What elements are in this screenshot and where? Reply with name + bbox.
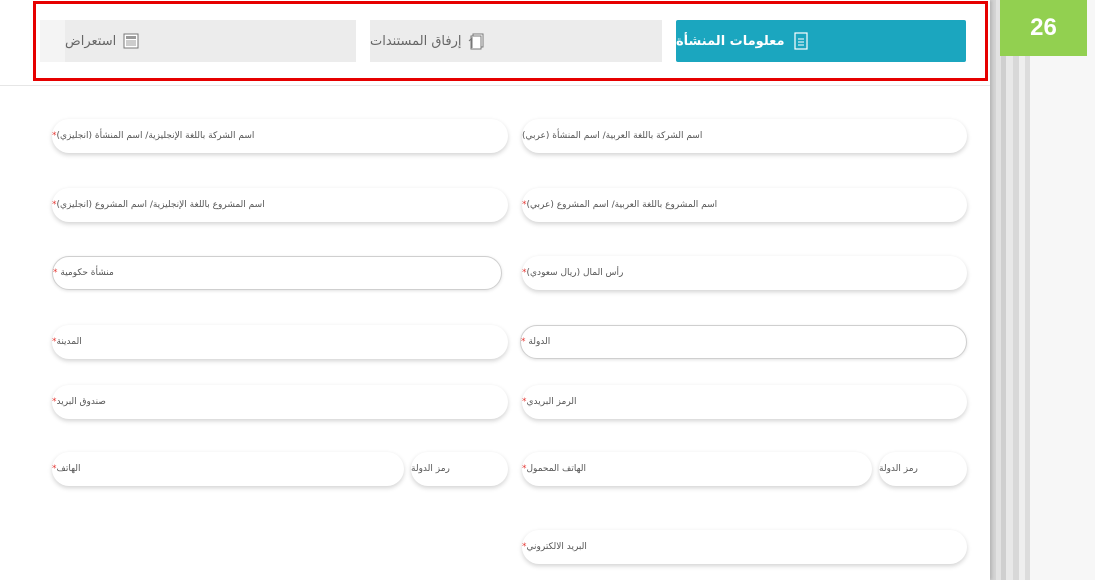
mobile-country-code-field[interactable]: رمز الدولة (879, 452, 967, 486)
mobile-field[interactable]: الهاتف المحمول * (522, 452, 872, 486)
tab-bar: معلومات المنشأة إرفاق المستندات استعراض (0, 0, 990, 86)
tab-label: معلومات المنشأة (676, 33, 785, 49)
tab-label: استعراض (65, 33, 117, 49)
capital-field[interactable]: رأس المال (ريال سعودي) * (522, 256, 967, 290)
email-field[interactable]: البريد الالكتروني * (522, 530, 967, 564)
tab-review[interactable]: استعراض (65, 20, 356, 62)
phone-country-code-field[interactable]: رمز الدولة (411, 452, 508, 486)
tab-attach-documents[interactable]: إرفاق المستندات (370, 20, 662, 62)
form-panel: معلومات المنشأة إرفاق المستندات استعراض … (0, 0, 990, 580)
phone-field[interactable]: الهاتف * (52, 452, 404, 486)
po-box-field[interactable]: صندوق البريد * (52, 385, 508, 419)
company-name-ar-field[interactable]: اسم الشركة باللغة العربية/ اسم المنشأة (… (522, 119, 967, 153)
country-select[interactable]: الدولة * (520, 325, 967, 359)
government-entity-select[interactable]: منشأة حكومية * (52, 256, 502, 290)
document-icon (793, 32, 809, 50)
city-field[interactable]: المدينة * (52, 325, 508, 359)
company-name-en-field[interactable]: اسم الشركة باللغة الإنجليزية/ اسم المنشأ… (52, 119, 508, 153)
review-icon (123, 32, 140, 50)
project-name-en-field[interactable]: اسم المشروع باللغة الإنجليزية/ اسم المشر… (52, 188, 508, 222)
tab-label: إرفاق المستندات (370, 33, 462, 49)
page-number-badge: 26 (1000, 0, 1087, 56)
attachment-icon (468, 32, 486, 50)
postal-code-field[interactable]: الرمز البريدي * (522, 385, 967, 419)
project-name-ar-field[interactable]: اسم المشروع باللغة العربية/ اسم المشروع … (522, 188, 967, 222)
tab-establishment-info[interactable]: معلومات المنشأة (676, 20, 966, 62)
side-decoration (990, 0, 1095, 580)
